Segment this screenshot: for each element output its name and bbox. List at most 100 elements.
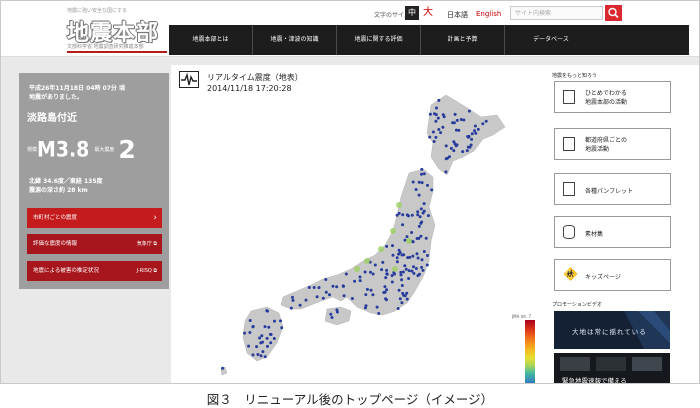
- station-dot: [304, 298, 308, 302]
- station-dot: [263, 355, 267, 359]
- station-dot: [419, 207, 423, 211]
- station-dot: [401, 291, 405, 295]
- station-dot: [419, 221, 423, 225]
- station-dot: [449, 146, 453, 150]
- font-size-large-button[interactable]: 大: [421, 6, 435, 20]
- station-dot: [411, 254, 415, 258]
- station-dot: [263, 325, 267, 329]
- main-nav: 地震本部とは 地震・津波の知識 地震に関する評価 計画と予算 データベース: [169, 25, 689, 55]
- promo-video-1[interactable]: 大地は常に揺れている: [554, 311, 670, 349]
- button-label: 市町村ごとの震度: [33, 215, 77, 221]
- station-dot: [258, 336, 262, 340]
- quake-notice: 地震がありました。: [29, 94, 84, 101]
- station-dot: [371, 293, 375, 297]
- station-dot: [415, 252, 419, 256]
- map-timestamp: 2014/11/18 17:20:28: [207, 84, 292, 93]
- station-dot: [412, 265, 415, 269]
- station-dot: [470, 132, 474, 136]
- station-dot: [369, 288, 373, 292]
- chevron-right-icon: ›: [153, 213, 157, 223]
- station-dot: [269, 341, 273, 345]
- nav-knowledge[interactable]: 地震・津波の知識: [253, 25, 337, 55]
- station-dot: [422, 202, 426, 206]
- nav-plan-budget[interactable]: 計画と予算: [421, 25, 505, 55]
- station-dot: [400, 253, 404, 257]
- damage-estimate-button[interactable]: 地震による被害の推定状況 J-RISQ ⧉: [27, 261, 162, 281]
- realtime-intensity-map[interactable]: リアルタイム震度（地表） 2014/11/18 17:20:28 JMA Int…: [171, 65, 541, 383]
- intensity-value: 2: [118, 135, 136, 164]
- lang-japanese-link[interactable]: 日本語: [447, 10, 468, 20]
- button-label: 各種パンフレット: [585, 188, 634, 195]
- kids-page-button[interactable]: 🚸 キッズページ: [554, 259, 671, 291]
- intensity-legend: [525, 320, 535, 383]
- intensity-highlight: [364, 258, 370, 264]
- station-dot: [261, 350, 265, 354]
- station-dot: [364, 293, 368, 297]
- station-dot: [371, 272, 375, 276]
- station-dot: [410, 269, 414, 273]
- station-dot: [400, 284, 404, 287]
- station-dot: [444, 144, 448, 148]
- station-dot: [435, 106, 438, 110]
- station-dot: [321, 296, 325, 300]
- search-button[interactable]: [605, 5, 622, 21]
- promo-video-2[interactable]: 緊急地震速報で備える: [554, 353, 670, 383]
- site-logo[interactable]: 地震に強い安全な国にする 地震本部 文部科学省 地震調査研究推進本部: [61, 5, 169, 53]
- station-dot: [434, 135, 438, 139]
- station-dot: [430, 188, 434, 192]
- station-dot: [315, 295, 319, 299]
- station-dot: [405, 291, 409, 295]
- prefecture-activity-button[interactable]: 都道府県ごとの 地震活動: [554, 128, 671, 160]
- station-dot: [462, 118, 466, 122]
- station-dot: [251, 325, 255, 329]
- station-dot: [395, 260, 399, 264]
- station-dot: [247, 344, 251, 348]
- city-intensity-button[interactable]: 市町村ごとの震度 ›: [27, 208, 162, 228]
- latest-quake-panel: 平成26年11月18日 04時 07分 頃 地震がありました。 淡路島付近 規模…: [19, 73, 169, 289]
- nav-database[interactable]: データベース: [505, 25, 597, 55]
- station-dot: [266, 309, 269, 313]
- search-icon: [608, 7, 619, 19]
- station-dot: [342, 294, 346, 298]
- nav-evaluation[interactable]: 地震に関する評価: [337, 25, 421, 55]
- logo-tagline: 地震に強い安全な国にする: [67, 8, 128, 14]
- video-title: 大地は常に揺れている: [572, 328, 647, 336]
- station-dot: [421, 268, 425, 272]
- station-dot: [381, 260, 385, 264]
- station-dot: [439, 131, 443, 135]
- station-dot: [289, 306, 293, 310]
- station-dot: [453, 142, 457, 146]
- lang-english-link[interactable]: English: [476, 10, 501, 18]
- search-input[interactable]: サイト内検索: [510, 6, 603, 20]
- station-dot: [431, 130, 435, 134]
- station-dot: [395, 213, 399, 217]
- font-size-medium-button[interactable]: 中: [405, 6, 419, 20]
- pamphlets-button[interactable]: 各種パンフレット: [554, 173, 671, 205]
- station-dot: [255, 345, 259, 349]
- materials-button[interactable]: 素材集: [554, 216, 671, 248]
- activity-overview-button[interactable]: ひとめでわかる 地震本部の活動: [554, 81, 671, 113]
- intensity-info-button[interactable]: 評価な震度の情報 気象庁 ⧉: [27, 234, 162, 254]
- sidebar-links: 地震をもっと知ろう ひとめでわかる 地震本部の活動 都道府県ごとの 地震活動 各種パ…: [541, 65, 699, 383]
- station-dot: [291, 295, 294, 299]
- station-dot: [385, 298, 388, 302]
- station-dot: [420, 258, 424, 262]
- station-dot: [335, 308, 339, 312]
- station-dot: [414, 188, 418, 191]
- station-dot: [375, 305, 379, 309]
- station-dot: [291, 298, 295, 302]
- station-dot: [268, 332, 272, 336]
- button-label: キッズページ: [585, 274, 621, 281]
- station-dot: [385, 272, 389, 276]
- waveform-icon: [179, 71, 199, 88]
- quake-latlon: 北緯 34.6度／東経 135度: [29, 178, 103, 185]
- nav-about[interactable]: 地震本部とは: [169, 25, 253, 55]
- magnitude-label: 規模: [27, 147, 38, 153]
- database-icon: [563, 225, 575, 239]
- station-dot: [453, 112, 457, 116]
- station-dot: [426, 183, 429, 187]
- promo-video-label: プロモーションビデオ: [552, 302, 602, 308]
- station-dot: [251, 353, 255, 357]
- station-dot: [330, 316, 334, 319]
- station-dot: [265, 336, 269, 340]
